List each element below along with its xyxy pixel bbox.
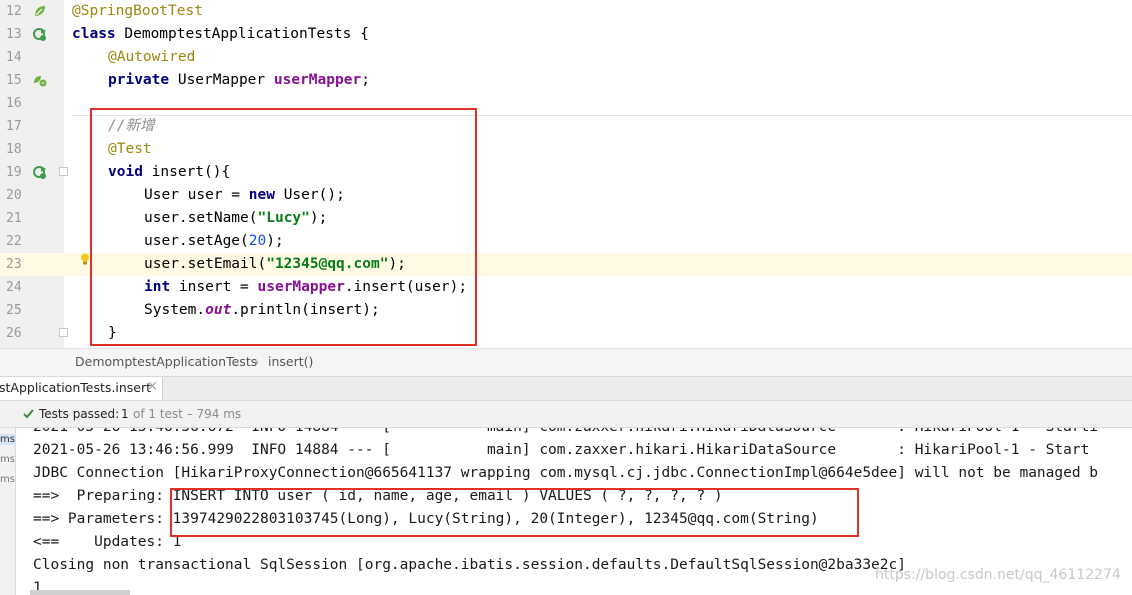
check-icon bbox=[23, 409, 34, 419]
line-number: 13 bbox=[6, 27, 22, 42]
fold-icon[interactable] bbox=[59, 167, 68, 176]
line-number: 20 bbox=[6, 188, 22, 203]
test-status-bar: Tests passed: 1 of 1 test – 794 ms bbox=[0, 400, 1132, 428]
line-number: 12 bbox=[6, 4, 22, 19]
line-number: 24 bbox=[6, 280, 22, 295]
spring-bean-icon[interactable] bbox=[33, 4, 47, 18]
gutter-row: 20 bbox=[0, 184, 64, 207]
gutter-row: 17 bbox=[0, 115, 64, 138]
console-line: Closing non transactional SqlSession [or… bbox=[33, 557, 906, 573]
console-line: <== Updates: 1 bbox=[33, 534, 182, 550]
lightbulb-icon[interactable] bbox=[80, 253, 90, 265]
code-line: @Autowired bbox=[108, 49, 196, 65]
run-test-icon[interactable] bbox=[33, 165, 47, 179]
tests-passed-count: 1 bbox=[121, 407, 129, 421]
highlight-box bbox=[90, 108, 477, 346]
gutter-row: 26 bbox=[0, 322, 68, 345]
gutter-row: 13 bbox=[0, 23, 64, 46]
code-editor[interactable]: 12 13 14 15 16 17 18 19 20 21 22 23 24 2… bbox=[0, 0, 1132, 348]
test-duration[interactable]: ms bbox=[0, 454, 15, 465]
gutter-row: 23 bbox=[0, 253, 64, 276]
fold-icon[interactable] bbox=[59, 328, 68, 337]
line-number: 25 bbox=[6, 303, 22, 318]
test-tree-strip[interactable]: ms ms ms bbox=[0, 428, 16, 595]
console-line: JDBC Connection [HikariProxyConnection@6… bbox=[33, 465, 1099, 481]
autowired-bean-icon[interactable] bbox=[33, 73, 47, 87]
tests-passed-label: Tests passed: bbox=[39, 407, 120, 421]
breadcrumb-separator: › bbox=[254, 354, 259, 369]
highlight-box bbox=[170, 488, 859, 537]
line-number: 23 bbox=[6, 257, 22, 272]
gutter-row: 24 bbox=[0, 276, 64, 299]
line-number: 16 bbox=[6, 96, 22, 111]
gutter-row: 21 bbox=[0, 207, 64, 230]
gutter-row: 18 bbox=[0, 138, 64, 161]
gutter-row: 22 bbox=[0, 230, 64, 253]
close-icon[interactable]: × bbox=[147, 379, 158, 394]
breadcrumb: DemomptestApplicationTests › insert() bbox=[0, 348, 1132, 376]
run-tab-label: stApplicationTests.insert bbox=[0, 380, 151, 395]
run-tab[interactable]: stApplicationTests.insert × bbox=[0, 377, 163, 400]
watermark: https://blog.csdn.net/qq_46112274 bbox=[875, 567, 1121, 583]
gutter-row: 16 bbox=[0, 92, 64, 115]
code-line: @SpringBootTest bbox=[72, 3, 203, 19]
test-duration[interactable]: ms bbox=[0, 474, 15, 485]
gutter-row: 12 bbox=[0, 0, 64, 23]
gutter-row: 14 bbox=[0, 46, 64, 69]
run-test-icon[interactable] bbox=[33, 27, 47, 41]
breadcrumb-method[interactable]: insert() bbox=[268, 354, 313, 369]
gutter-row: 19 bbox=[0, 161, 68, 184]
line-number: 15 bbox=[6, 73, 22, 88]
test-duration[interactable]: ms bbox=[0, 434, 15, 445]
code-line: class DemomptestApplicationTests { bbox=[72, 26, 369, 42]
horizontal-scrollbar[interactable] bbox=[30, 590, 130, 595]
gutter-row: 25 bbox=[0, 299, 64, 322]
console-line: 2021-05-26 13:46:56.999 INFO 14884 --- [… bbox=[33, 442, 1090, 458]
line-number: 22 bbox=[6, 234, 22, 249]
line-number: 21 bbox=[6, 211, 22, 226]
run-tab-bar: stApplicationTests.insert × bbox=[0, 376, 1132, 400]
tests-detail: of 1 test – 794 ms bbox=[133, 407, 242, 421]
code-line: private UserMapper userMapper; bbox=[108, 72, 370, 88]
line-number: 26 bbox=[6, 326, 22, 341]
breadcrumb-class[interactable]: DemomptestApplicationTests bbox=[75, 354, 257, 369]
line-number: 18 bbox=[6, 142, 22, 157]
gutter-row: 15 bbox=[0, 69, 64, 92]
console-line: 2021-05-26 13:46:56.672 INFO 14884 --- [… bbox=[33, 428, 1098, 439]
line-number: 14 bbox=[6, 50, 22, 65]
line-number: 19 bbox=[6, 165, 22, 180]
line-number: 17 bbox=[6, 119, 22, 134]
